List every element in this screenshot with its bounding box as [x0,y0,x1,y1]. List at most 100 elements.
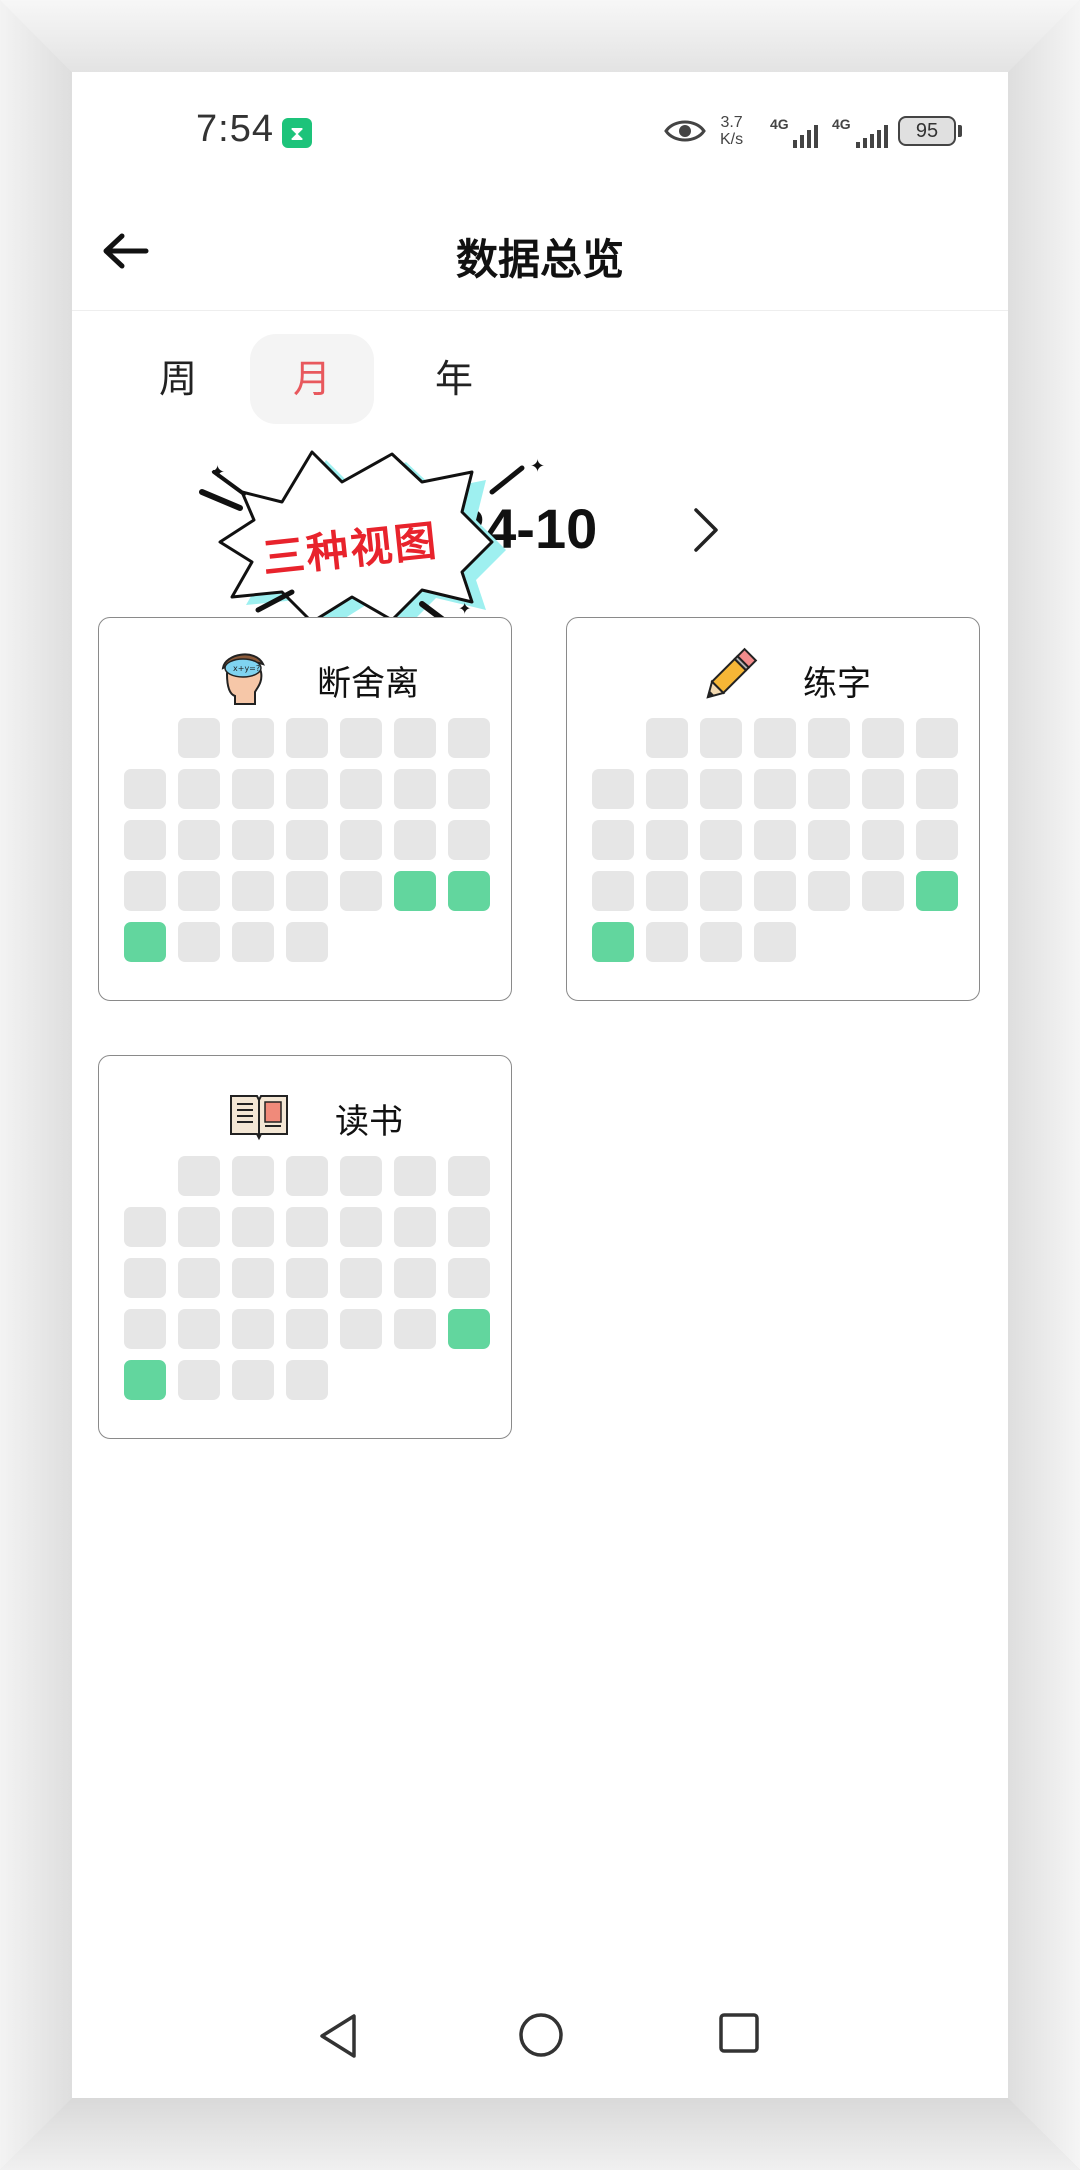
calendar-day[interactable] [394,718,436,758]
calendar-day[interactable] [808,820,850,860]
calendar-day[interactable] [448,1207,490,1247]
nav-back-icon[interactable] [316,2012,360,2060]
nav-home-icon[interactable] [518,2012,564,2058]
calendar-day[interactable] [754,718,796,758]
calendar-day-done[interactable] [448,871,490,911]
calendar-day[interactable] [700,820,742,860]
calendar-day[interactable] [448,1258,490,1298]
calendar-day[interactable] [124,769,166,809]
calendar-day[interactable] [448,718,490,758]
calendar-day[interactable] [862,871,904,911]
calendar-day[interactable] [646,769,688,809]
calendar-day[interactable] [232,1156,274,1196]
calendar-day[interactable] [124,1207,166,1247]
calendar-day[interactable] [286,1309,328,1349]
calendar-day[interactable] [124,871,166,911]
calendar-day[interactable] [448,1156,490,1196]
calendar-day[interactable] [340,1156,382,1196]
calendar-day[interactable] [340,871,382,911]
calendar-day[interactable] [592,820,634,860]
calendar-day[interactable] [232,1309,274,1349]
calendar-day[interactable] [394,820,436,860]
calendar-day[interactable] [286,1207,328,1247]
calendar-day[interactable] [700,871,742,911]
calendar-day[interactable] [178,718,220,758]
calendar-day[interactable] [808,871,850,911]
calendar-day[interactable] [592,769,634,809]
calendar-day[interactable] [178,922,220,962]
calendar-day[interactable] [286,922,328,962]
habit-card[interactable]: 练字 [566,617,980,1001]
calendar-day[interactable] [178,769,220,809]
calendar-day[interactable] [178,871,220,911]
calendar-day[interactable] [754,769,796,809]
calendar-day-done[interactable] [124,1360,166,1400]
tab-month[interactable]: 月 [250,334,374,424]
calendar-day[interactable] [754,871,796,911]
calendar-day[interactable] [646,820,688,860]
calendar-day[interactable] [394,769,436,809]
calendar-day[interactable] [754,820,796,860]
calendar-day[interactable] [646,922,688,962]
calendar-day[interactable] [862,820,904,860]
calendar-day[interactable] [286,718,328,758]
calendar-day[interactable] [916,769,958,809]
calendar-day[interactable] [178,1360,220,1400]
calendar-day[interactable] [178,1207,220,1247]
calendar-day[interactable] [394,1156,436,1196]
calendar-day-done[interactable] [592,922,634,962]
nav-recents-icon[interactable] [718,2012,760,2054]
calendar-day[interactable] [700,922,742,962]
calendar-day[interactable] [916,820,958,860]
calendar-day[interactable] [178,1156,220,1196]
calendar-day[interactable] [394,1207,436,1247]
calendar-day[interactable] [808,718,850,758]
calendar-day[interactable] [232,1360,274,1400]
calendar-day[interactable] [340,769,382,809]
calendar-day[interactable] [124,1309,166,1349]
calendar-day[interactable] [394,1309,436,1349]
calendar-day[interactable] [286,769,328,809]
calendar-day[interactable] [286,1360,328,1400]
calendar-day[interactable] [700,718,742,758]
calendar-day[interactable] [286,871,328,911]
calendar-day[interactable] [232,1258,274,1298]
calendar-day[interactable] [124,1258,166,1298]
calendar-day[interactable] [286,820,328,860]
calendar-day[interactable] [232,769,274,809]
calendar-day[interactable] [862,718,904,758]
calendar-day[interactable] [340,1258,382,1298]
calendar-day[interactable] [340,1309,382,1349]
chevron-right-icon[interactable] [686,502,726,558]
habit-card[interactable]: x+y=? 断舍离 [98,617,512,1001]
calendar-day[interactable] [592,871,634,911]
calendar-day[interactable] [754,922,796,962]
calendar-day[interactable] [286,1156,328,1196]
calendar-day[interactable] [448,769,490,809]
calendar-day[interactable] [646,871,688,911]
calendar-day[interactable] [340,1207,382,1247]
calendar-day[interactable] [232,718,274,758]
calendar-day-done[interactable] [448,1309,490,1349]
calendar-day[interactable] [448,820,490,860]
calendar-day[interactable] [646,718,688,758]
calendar-day[interactable] [178,1309,220,1349]
calendar-day[interactable] [232,871,274,911]
tab-year[interactable]: 年 [392,334,516,424]
calendar-day[interactable] [178,820,220,860]
calendar-day[interactable] [916,718,958,758]
calendar-day[interactable] [700,769,742,809]
calendar-day[interactable] [862,769,904,809]
calendar-day[interactable] [232,1207,274,1247]
calendar-day[interactable] [808,769,850,809]
tab-week[interactable]: 周 [116,334,240,424]
calendar-day[interactable] [232,820,274,860]
calendar-day[interactable] [232,922,274,962]
calendar-day[interactable] [178,1258,220,1298]
calendar-day[interactable] [340,718,382,758]
calendar-day[interactable] [394,1258,436,1298]
habit-card[interactable]: 读书 [98,1055,512,1439]
calendar-day[interactable] [286,1258,328,1298]
calendar-day-done[interactable] [916,871,958,911]
calendar-day-done[interactable] [124,922,166,962]
